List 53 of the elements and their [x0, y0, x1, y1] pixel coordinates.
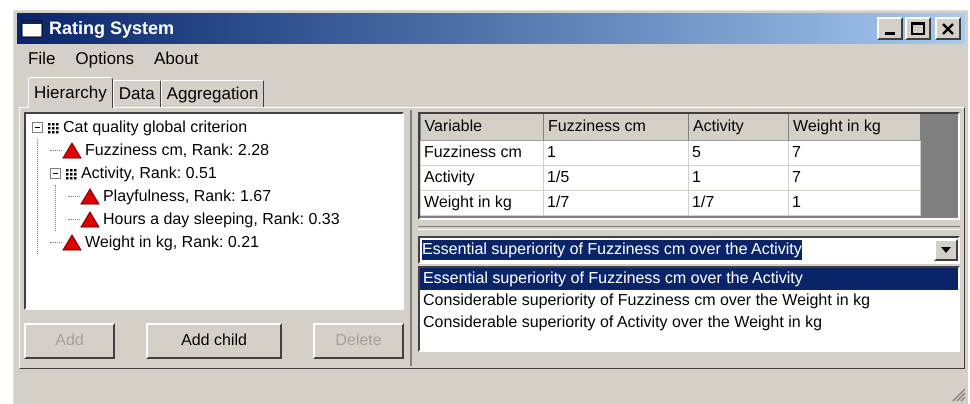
- list-item[interactable]: Considerable superiority of Fuzziness cm over the Weight in kg: [420, 290, 958, 312]
- close-icon: [942, 22, 954, 34]
- table-cell: 1/5: [544, 165, 688, 190]
- list-item[interactable]: Essential superiority of Fuzziness cm over the Activity: [420, 268, 958, 290]
- tab[interactable]: Hierarchy: [28, 77, 113, 108]
- warning-triangle-icon: [62, 234, 82, 251]
- resize-grip-icon[interactable]: [950, 386, 966, 402]
- warning-triangle-icon: [80, 188, 100, 205]
- tab[interactable]: Data: [112, 80, 161, 107]
- minimize-button[interactable]: [877, 17, 903, 40]
- tree-item[interactable]: Hours a day sleeping, Rank: 0.33: [103, 208, 340, 232]
- dropdown-value: Essential superiority of Fuzziness cm over the Activity: [422, 240, 802, 260]
- warning-triangle-icon: [80, 211, 100, 228]
- table-cell: 7: [788, 140, 920, 165]
- tree-item[interactable]: Fuzziness cm, Rank: 2.28: [85, 138, 270, 162]
- relation-dropdown[interactable]: Essential superiority of Fuzziness cm over the Activity: [418, 236, 960, 264]
- table-cell: 1: [688, 165, 788, 190]
- menu-item[interactable]: Options: [75, 46, 134, 72]
- grid-dots-icon: [65, 168, 77, 180]
- table-cell: 7: [788, 165, 920, 190]
- grid-dots-icon: [47, 122, 59, 134]
- minimize-icon: [885, 32, 895, 35]
- maximize-button[interactable]: [905, 17, 931, 40]
- menu-item[interactable]: About: [154, 46, 198, 72]
- window-icon: [21, 20, 43, 38]
- tree-item[interactable]: Playfulness, Rank: 1.67: [103, 184, 272, 208]
- caret-icon: [941, 247, 951, 253]
- table-cell: 1: [788, 190, 920, 215]
- column-header[interactable]: Activity: [688, 114, 788, 140]
- tab[interactable]: Aggregation: [160, 80, 264, 107]
- column-header[interactable]: Weight in kg: [788, 114, 920, 140]
- menu-item[interactable]: File: [28, 46, 56, 72]
- close-button[interactable]: [935, 17, 961, 40]
- tree-item[interactable]: Cat quality global criterion: [63, 116, 248, 140]
- dropdown-arrow-button[interactable]: [934, 239, 958, 261]
- action-button[interactable]: Add child: [146, 323, 282, 359]
- column-header[interactable]: Fuzziness cm: [544, 114, 688, 140]
- table-cell: Fuzziness cm: [420, 140, 544, 165]
- column-header[interactable]: Variable: [420, 114, 544, 140]
- list-item[interactable]: Considerable superiority of Activity over the Weight in kg: [420, 312, 958, 334]
- table-cell: 1: [544, 140, 688, 165]
- tree-item[interactable]: Activity, Rank: 0.51: [81, 162, 217, 186]
- table-cell: 1/7: [544, 190, 688, 215]
- table-cell: 1/7: [688, 190, 788, 215]
- window-title: Rating System: [49, 17, 174, 40]
- table-cell: 5: [688, 140, 788, 165]
- collapse-toggle[interactable]: [50, 168, 61, 179]
- warning-triangle-icon: [62, 142, 82, 159]
- collapse-toggle[interactable]: [32, 122, 43, 133]
- table-cell: Activity: [420, 165, 544, 190]
- tree-item[interactable]: Weight in kg, Rank: 0.21: [85, 230, 260, 254]
- table-cell: Weight in kg: [420, 190, 544, 215]
- maximize-icon: [911, 22, 925, 35]
